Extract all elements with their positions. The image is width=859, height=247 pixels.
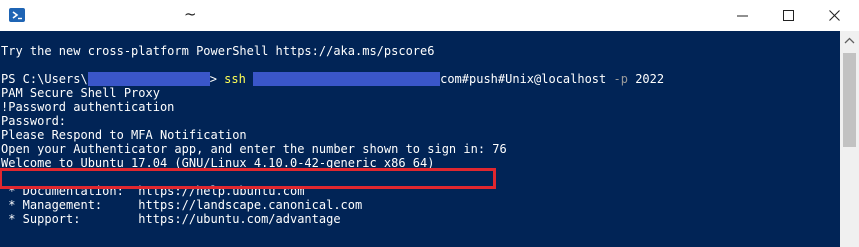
minimize-icon — [737, 15, 748, 17]
title-bar: ~ — [0, 0, 859, 31]
redacted-host — [253, 72, 441, 86]
minimize-button[interactable] — [720, 0, 766, 31]
terminal-line: Password: — [1, 114, 67, 128]
close-icon — [829, 10, 840, 21]
scroll-up-arrow-icon[interactable] — [844, 37, 855, 45]
prompt-args: com#push#Unix@localhost — [440, 72, 607, 86]
terminal-output[interactable]: Try the new cross-platform PowerShell ht… — [0, 31, 840, 247]
powershell-icon[interactable] — [9, 8, 25, 22]
close-button[interactable] — [812, 0, 858, 31]
window-title: ~ — [184, 5, 197, 23]
prompt-command: ssh — [224, 72, 246, 86]
terminal-prompt-line: PS C:\Users\ > ssh com#push#Unix@localhos… — [1, 72, 664, 86]
maximize-icon — [783, 10, 794, 21]
prompt-port-flag: -p — [613, 72, 628, 86]
vertical-scrollbar[interactable] — [840, 31, 859, 247]
highlight-box — [0, 168, 496, 189]
maximize-button[interactable] — [766, 0, 812, 31]
terminal-line: * Support: https://ubuntu.com/advantage — [1, 212, 341, 226]
mfa-number-line: Open your Authenticator app, and enter t… — [1, 142, 507, 156]
terminal-line: * Management: https://landscape.canonica… — [1, 198, 363, 212]
terminal-line: Please Respond to MFA Notification — [1, 128, 247, 142]
prompt-suffix: > — [209, 72, 217, 86]
terminal-intro-line: Try the new cross-platform PowerShell ht… — [1, 44, 435, 58]
terminal-line: !Password authentication — [1, 100, 175, 114]
scrollbar-thumb[interactable] — [843, 53, 856, 147]
prompt-port: 2022 — [635, 72, 665, 86]
terminal-line: PAM Secure Shell Proxy — [1, 86, 160, 100]
redacted-username — [87, 72, 210, 86]
prompt-prefix: PS C:\Users\ — [1, 72, 88, 86]
